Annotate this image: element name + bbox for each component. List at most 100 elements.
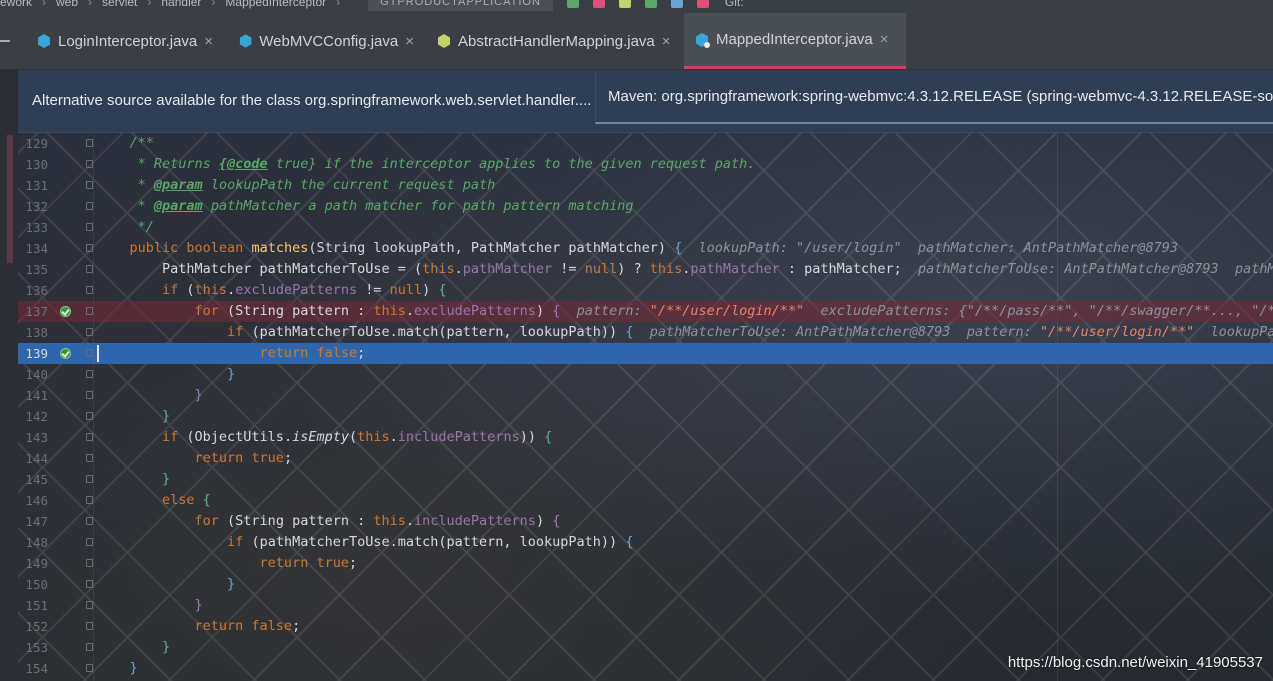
line-number[interactable]: 150 (18, 574, 48, 595)
line-number[interactable]: 142 (18, 406, 48, 427)
code-line[interactable]: 144 return true; (18, 448, 1273, 469)
line-number[interactable]: 138 (18, 322, 48, 343)
close-tab-icon[interactable]: × (405, 33, 414, 50)
code-line[interactable]: 138 if (pathMatcherToUse.match(pattern, … (18, 322, 1273, 343)
fold-marker-icon[interactable] (86, 328, 93, 336)
code-line[interactable]: 133 */ (18, 217, 1273, 238)
fold-marker-icon[interactable] (86, 391, 93, 399)
code-line[interactable]: 142 } (18, 406, 1273, 427)
line-number[interactable]: 137 (18, 301, 48, 322)
tab-list-menu-icon[interactable] (0, 40, 10, 42)
editor-tab[interactable]: MappedInterceptor.java × (684, 13, 906, 69)
fold-marker-icon[interactable] (86, 223, 93, 231)
debug-icon[interactable] (592, 0, 605, 8)
fold-marker-icon[interactable] (86, 244, 93, 252)
fold-marker-icon[interactable] (86, 559, 93, 567)
run-configuration-selector[interactable]: GTPRODUCTAPPLICATION (368, 0, 553, 11)
fold-marker-icon[interactable] (86, 349, 93, 357)
stop-icon[interactable] (696, 0, 709, 8)
code-line[interactable]: 132 * @param pathMatcher a path matcher … (18, 196, 1273, 217)
line-number[interactable]: 132 (18, 196, 48, 217)
fold-marker-icon[interactable] (86, 517, 93, 525)
fold-marker-icon[interactable] (86, 643, 93, 651)
fold-marker-icon[interactable] (86, 370, 93, 378)
code-line[interactable]: 151 } (18, 595, 1273, 616)
code-line[interactable]: 135 PathMatcher pathMatcherToUse = (this… (18, 259, 1273, 280)
fold-marker-icon[interactable] (86, 475, 93, 483)
fold-marker-icon[interactable] (86, 496, 93, 504)
profile-icon[interactable] (644, 0, 657, 8)
code-line[interactable]: 134 public boolean matches(String lookup… (18, 238, 1273, 259)
code-line[interactable]: 130 * Returns {@code true} if the interc… (18, 154, 1273, 175)
code-editor[interactable]: 129 /** 130 * Returns {@code true} if the… (18, 133, 1273, 681)
fold-marker-icon[interactable] (86, 622, 93, 630)
line-number[interactable]: 144 (18, 448, 48, 469)
fold-marker-icon[interactable] (86, 307, 93, 315)
line-number[interactable]: 151 (18, 595, 48, 616)
line-number[interactable]: 131 (18, 175, 48, 196)
editor-tab[interactable]: WebMVCConfig.java × (228, 13, 420, 69)
line-number[interactable]: 133 (18, 217, 48, 238)
line-number[interactable]: 134 (18, 238, 48, 259)
code-line[interactable]: 146 else { (18, 490, 1273, 511)
editor-tab[interactable]: LoginInterceptor.java × (26, 13, 222, 69)
breadcrumb-item[interactable]: servlet (102, 0, 137, 9)
run-icon[interactable] (566, 0, 579, 8)
fold-marker-icon[interactable] (86, 433, 93, 441)
code-line[interactable]: 137 for (String pattern : this.excludePa… (18, 301, 1273, 322)
line-number[interactable]: 136 (18, 280, 48, 301)
breadcrumb-item[interactable]: web (56, 0, 78, 9)
current-execution-line[interactable]: 139 return false; (18, 343, 1273, 364)
line-number[interactable]: 135 (18, 259, 48, 280)
breadcrumb-item[interactable]: MappedInterceptor (225, 0, 326, 9)
fold-marker-icon[interactable] (86, 580, 93, 588)
line-number[interactable]: 148 (18, 532, 48, 553)
line-number[interactable]: 153 (18, 637, 48, 658)
code-line[interactable]: 129 /** (18, 133, 1273, 154)
fold-marker-icon[interactable] (86, 412, 93, 420)
line-number[interactable]: 154 (18, 658, 48, 679)
breakpoint-verified-icon[interactable] (60, 306, 71, 317)
line-number[interactable]: 141 (18, 385, 48, 406)
fold-marker-icon[interactable] (86, 454, 93, 462)
source-option-dropdown[interactable]: Maven: org.springframework:spring-webmvc… (595, 70, 1273, 124)
code-line[interactable]: 152 return false; (18, 616, 1273, 637)
fold-marker-icon[interactable] (86, 139, 93, 147)
fold-marker-icon[interactable] (86, 265, 93, 273)
code-line[interactable]: 143 if (ObjectUtils.isEmpty(this.include… (18, 427, 1273, 448)
fold-marker-icon[interactable] (86, 538, 93, 546)
code-line[interactable]: 140 } (18, 364, 1273, 385)
line-number[interactable]: 143 (18, 427, 48, 448)
code-line[interactable]: 147 for (String pattern : this.includePa… (18, 511, 1273, 532)
fold-marker-icon[interactable] (86, 286, 93, 294)
line-number[interactable]: 145 (18, 469, 48, 490)
fold-marker-icon[interactable] (86, 181, 93, 189)
code-line[interactable]: 150 } (18, 574, 1273, 595)
line-number[interactable]: 152 (18, 616, 48, 637)
fold-marker-icon[interactable] (86, 202, 93, 210)
code-line[interactable]: 149 return true; (18, 553, 1273, 574)
line-number[interactable]: 129 (18, 133, 48, 154)
code-line[interactable]: 148 if (pathMatcherToUse.match(pattern, … (18, 532, 1273, 553)
line-number[interactable]: 139 (18, 343, 48, 364)
fold-marker-icon[interactable] (86, 601, 93, 609)
breadcrumb-item[interactable]: handler (161, 0, 201, 9)
line-number[interactable]: 130 (18, 154, 48, 175)
line-number[interactable]: 149 (18, 553, 48, 574)
fold-marker-icon[interactable] (86, 160, 93, 168)
line-number[interactable]: 146 (18, 490, 48, 511)
code-line[interactable]: 136 if (this.excludePatterns != null) { (18, 280, 1273, 301)
editor-tab[interactable]: AbstractHandlerMapping.java × (426, 13, 678, 69)
close-tab-icon[interactable]: × (662, 33, 671, 50)
breakpoint-verified-icon[interactable] (60, 348, 71, 359)
fold-marker-icon[interactable] (86, 664, 93, 672)
code-line[interactable]: 145 } (18, 469, 1273, 490)
build-icon[interactable] (670, 0, 683, 8)
close-tab-icon[interactable]: × (880, 31, 889, 48)
coverage-icon[interactable] (618, 0, 631, 8)
line-number[interactable]: 140 (18, 364, 48, 385)
breadcrumb-item[interactable]: ework (0, 0, 32, 9)
code-line[interactable]: 131 * @param lookupPath the current requ… (18, 175, 1273, 196)
close-tab-icon[interactable]: × (204, 33, 213, 50)
code-line[interactable]: 141 } (18, 385, 1273, 406)
